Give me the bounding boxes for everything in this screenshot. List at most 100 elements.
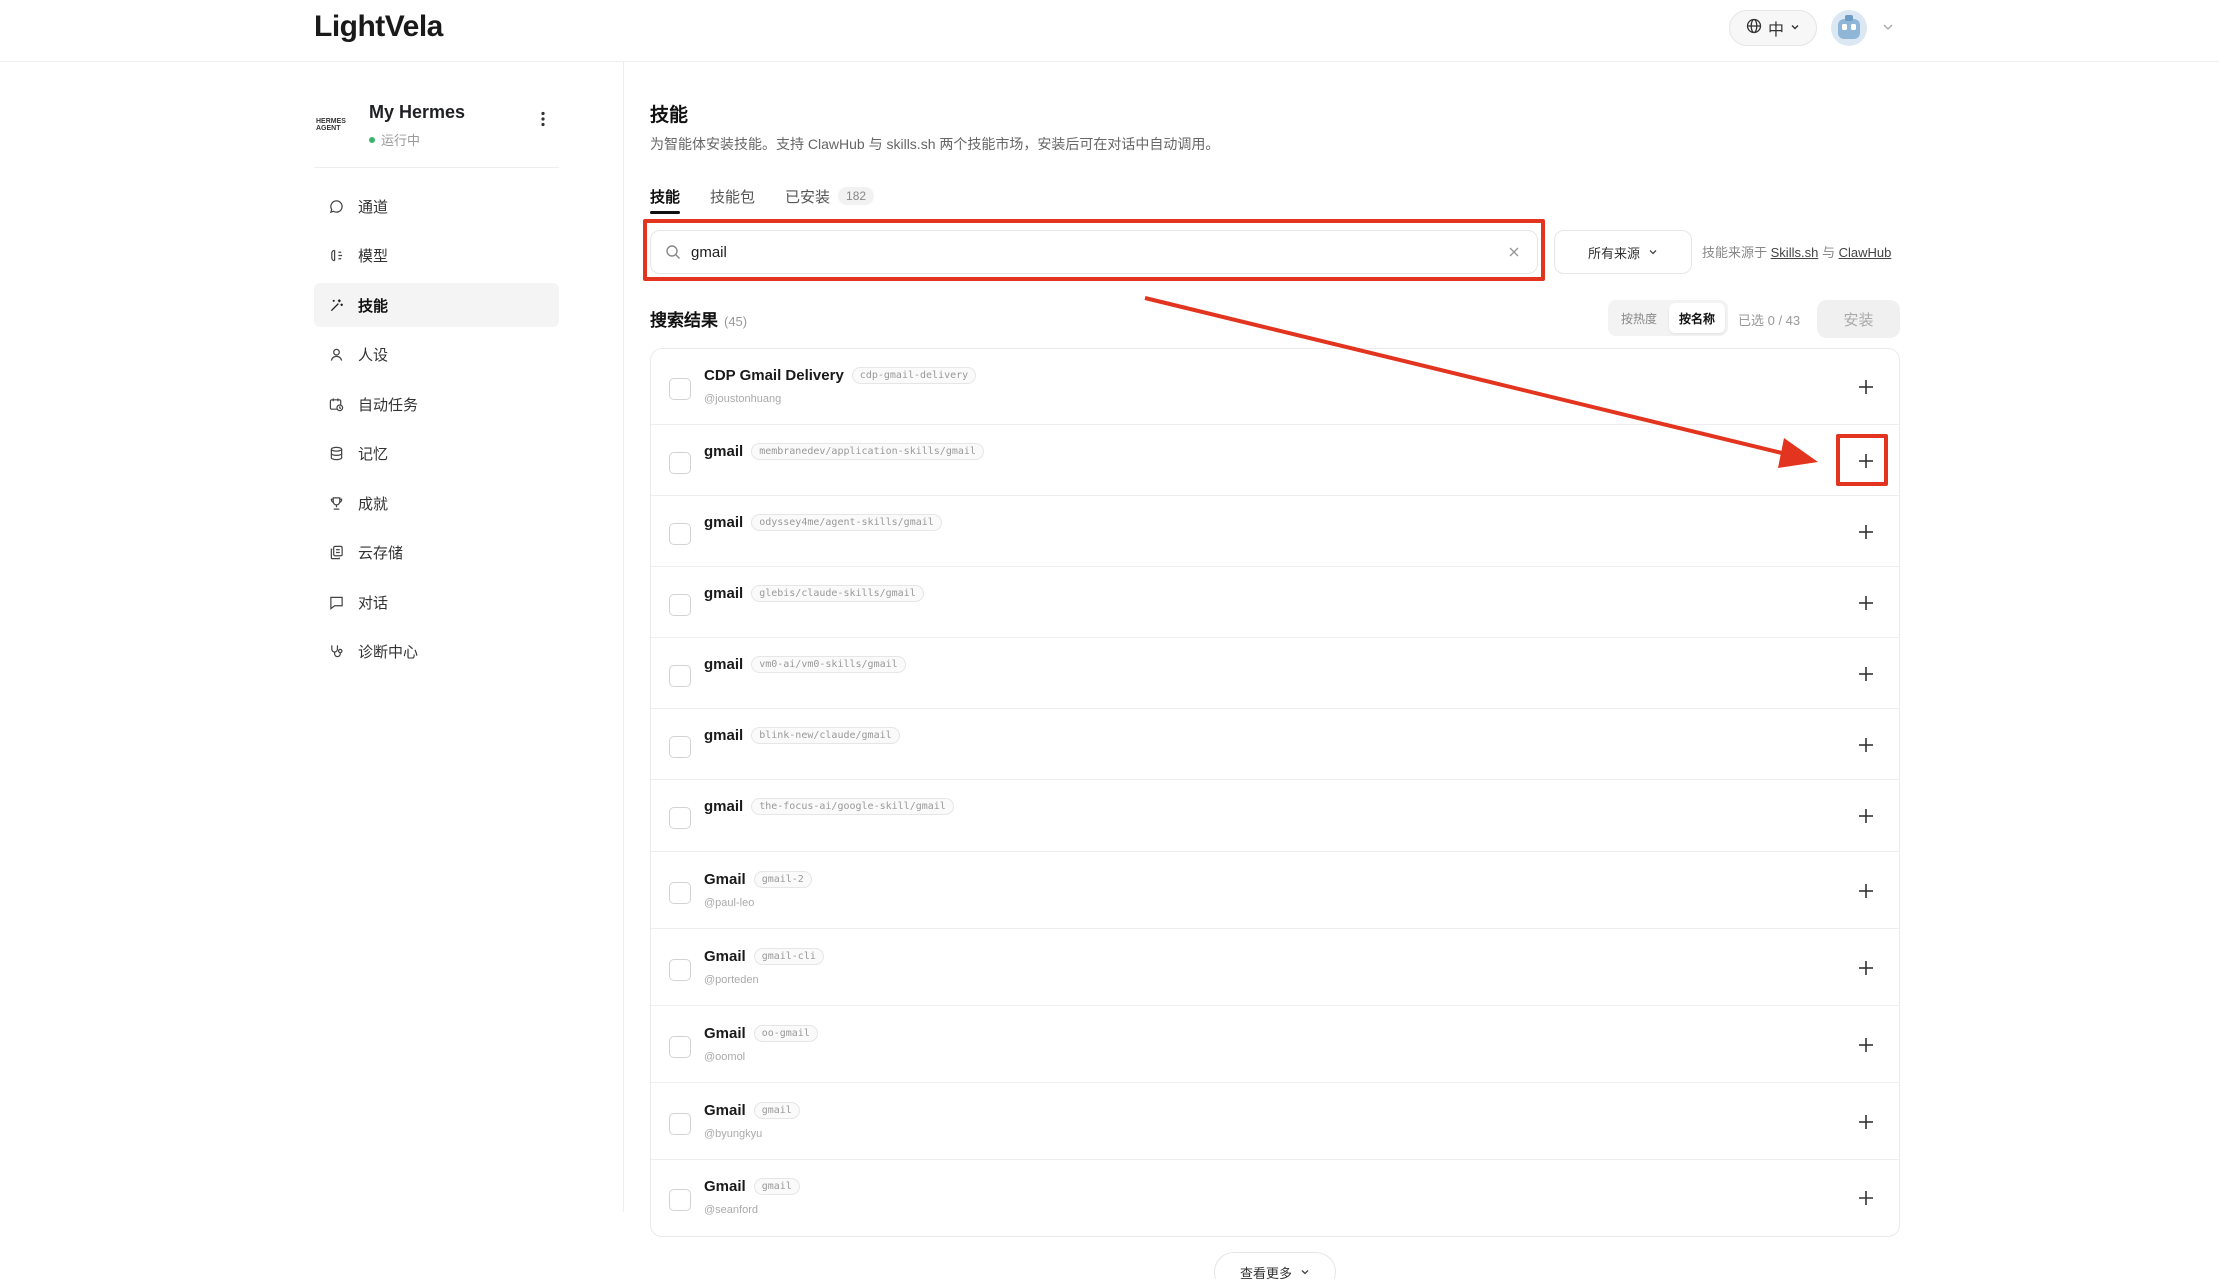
skill-name: gmail bbox=[704, 727, 744, 744]
search-input[interactable] bbox=[691, 243, 1505, 261]
skill-row[interactable]: gmail blink-new/claude/gmail bbox=[651, 709, 1899, 780]
sidebar-item-auto-tasks[interactable]: 自动任务 bbox=[314, 382, 559, 426]
skill-checkbox[interactable] bbox=[669, 1036, 691, 1058]
skill-title: Gmail gmail bbox=[704, 1178, 800, 1195]
skill-checkbox[interactable] bbox=[669, 452, 691, 474]
sidebar-item-label: 自动任务 bbox=[358, 396, 419, 414]
globe-icon bbox=[1746, 18, 1762, 39]
skill-checkbox[interactable] bbox=[669, 665, 691, 687]
skill-checkbox[interactable] bbox=[669, 736, 691, 758]
skill-row[interactable]: Gmail gmail-2 @paul-leo bbox=[651, 852, 1899, 929]
add-skill-button[interactable] bbox=[1851, 730, 1881, 760]
skill-checkbox[interactable] bbox=[669, 594, 691, 616]
skill-title: gmail glebis/claude-skills/gmail bbox=[704, 585, 924, 602]
skill-name: gmail bbox=[704, 514, 744, 531]
tab-installed[interactable]: 已安装 182 bbox=[785, 180, 875, 212]
tab-skill-packs[interactable]: 技能包 bbox=[710, 180, 755, 212]
skill-slug-badge: the-focus-ai/google-skill/gmail bbox=[751, 798, 954, 815]
sidebar-nav: 通道 模型 技能 人设 自动任务 记忆 成就 云存储 对话 诊断中心 bbox=[314, 184, 559, 679]
sort-by-popularity-button[interactable]: 按热度 bbox=[1611, 303, 1667, 333]
plus-icon bbox=[1859, 596, 1873, 610]
sidebar-item-cloud-storage[interactable]: 云存储 bbox=[314, 531, 559, 575]
skill-slug-badge: vm0-ai/vm0-skills/gmail bbox=[751, 656, 906, 673]
skill-row[interactable]: CDP Gmail Delivery cdp-gmail-delivery @jou… bbox=[651, 349, 1899, 425]
account-menu-chevron-icon[interactable] bbox=[1879, 18, 1897, 36]
skill-slug-badge: gmail-cli bbox=[753, 948, 824, 965]
skills-sh-link[interactable]: Skills.sh bbox=[1771, 245, 1819, 260]
top-bar: LightVela 中 bbox=[0, 0, 2219, 62]
add-skill-button[interactable] bbox=[1851, 801, 1881, 831]
clawhub-link[interactable]: ClawHub bbox=[1839, 245, 1892, 260]
message-square-icon bbox=[328, 594, 344, 610]
add-skill-button[interactable] bbox=[1851, 1030, 1881, 1060]
skill-slug-badge: oo-gmail bbox=[753, 1025, 818, 1042]
skill-checkbox[interactable] bbox=[669, 378, 691, 400]
more-vertical-icon[interactable] bbox=[532, 108, 554, 130]
clear-search-icon[interactable] bbox=[1505, 243, 1523, 261]
tab-label: 技能 bbox=[650, 188, 681, 206]
sidebar-item-achievements[interactable]: 成就 bbox=[314, 481, 559, 525]
tab-label: 已安装 bbox=[785, 188, 831, 206]
skill-checkbox[interactable] bbox=[669, 959, 691, 981]
load-more-button[interactable]: 查看更多 bbox=[1214, 1252, 1336, 1279]
tab-skills[interactable]: 技能 bbox=[650, 180, 681, 214]
skill-row[interactable]: Gmail gmail-cli @porteden bbox=[651, 929, 1899, 1006]
add-skill-button[interactable] bbox=[1851, 876, 1881, 906]
sidebar-item-label: 技能 bbox=[358, 297, 389, 315]
sidebar-item-channels[interactable]: 通道 bbox=[314, 184, 559, 228]
skill-author: @porteden bbox=[704, 974, 759, 986]
agent-card[interactable]: HERMES AGENT My Hermes 运行中 bbox=[314, 100, 559, 166]
add-skill-button[interactable] bbox=[1851, 588, 1881, 618]
sidebar-item-label: 记忆 bbox=[358, 446, 389, 463]
skill-title: Gmail gmail-2 bbox=[704, 871, 812, 888]
language-label: 中 bbox=[1767, 22, 1784, 39]
skill-slug-badge: gmail bbox=[753, 1102, 800, 1119]
skill-row[interactable]: gmail membranedev/application-skills/gmai… bbox=[651, 425, 1899, 496]
skill-slug-badge: cdp-gmail-delivery bbox=[851, 367, 977, 384]
sidebar-item-memory[interactable]: 记忆 bbox=[314, 432, 559, 476]
add-skill-button[interactable] bbox=[1851, 446, 1881, 476]
skill-checkbox[interactable] bbox=[669, 1113, 691, 1135]
plus-icon bbox=[1859, 884, 1873, 898]
skill-row[interactable]: gmail glebis/claude-skills/gmail bbox=[651, 567, 1899, 638]
sidebar-item-conversations[interactable]: 对话 bbox=[314, 580, 559, 624]
skill-title: Gmail oo-gmail bbox=[704, 1025, 818, 1042]
skill-row[interactable]: gmail odyssey4me/agent-skills/gmail bbox=[651, 496, 1899, 567]
skill-checkbox[interactable] bbox=[669, 882, 691, 904]
skill-row[interactable]: Gmail gmail @byungkyu bbox=[651, 1083, 1899, 1160]
sidebar-item-skills[interactable]: 技能 bbox=[314, 283, 559, 327]
skill-name: Gmail bbox=[704, 1178, 746, 1195]
sort-by-name-button[interactable]: 按名称 bbox=[1669, 303, 1726, 333]
cloud-storage-icon bbox=[328, 545, 344, 561]
skill-title: gmail the-focus-ai/google-skill/gmail bbox=[704, 798, 954, 815]
sidebar: HERMES AGENT My Hermes 运行中 通道 模型 技能 人设 自… bbox=[314, 62, 624, 1279]
skill-row[interactable]: gmail the-focus-ai/google-skill/gmail bbox=[651, 780, 1899, 852]
skill-row[interactable]: Gmail oo-gmail @oomol bbox=[651, 1006, 1899, 1083]
add-skill-button[interactable] bbox=[1851, 1183, 1881, 1213]
app-logo[interactable]: LightVela bbox=[314, 10, 443, 44]
language-switcher[interactable]: 中 bbox=[1729, 10, 1817, 46]
skill-checkbox[interactable] bbox=[669, 523, 691, 545]
add-skill-button[interactable] bbox=[1851, 1107, 1881, 1137]
add-skill-button[interactable] bbox=[1851, 517, 1881, 547]
skill-checkbox[interactable] bbox=[669, 807, 691, 829]
add-skill-button[interactable] bbox=[1851, 953, 1881, 983]
source-filter-select[interactable]: 所有来源 bbox=[1554, 230, 1692, 274]
install-button[interactable]: 安装 bbox=[1817, 300, 1900, 338]
sidebar-item-diagnostics[interactable]: 诊断中心 bbox=[314, 630, 559, 674]
sidebar-item-label: 云存储 bbox=[358, 545, 404, 562]
sidebar-item-label: 通道 bbox=[358, 198, 389, 216]
skill-name: Gmail bbox=[704, 948, 746, 965]
add-skill-button[interactable] bbox=[1851, 372, 1881, 402]
sidebar-item-models[interactable]: 模型 bbox=[314, 234, 559, 278]
calendar-clock-icon bbox=[328, 396, 344, 412]
skill-row[interactable]: gmail vm0-ai/vm0-skills/gmail bbox=[651, 638, 1899, 709]
user-avatar[interactable] bbox=[1831, 10, 1867, 46]
skill-checkbox[interactable] bbox=[669, 1189, 691, 1211]
add-skill-button[interactable] bbox=[1851, 659, 1881, 689]
database-icon bbox=[328, 446, 344, 462]
skill-row[interactable]: Gmail gmail @seanford bbox=[651, 1160, 1899, 1236]
chevron-down-icon bbox=[1300, 1265, 1310, 1279]
sidebar-item-persona[interactable]: 人设 bbox=[314, 333, 559, 377]
skill-name: gmail bbox=[704, 798, 744, 815]
